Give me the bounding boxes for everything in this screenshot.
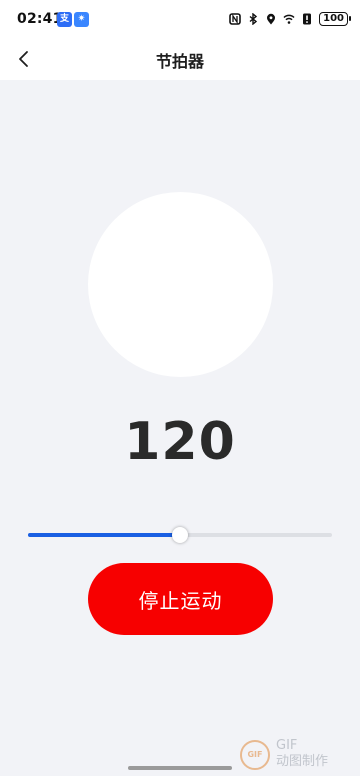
status-bar: 02:41 支 ✷ 100 [0,0,360,38]
gif-logo-icon: GIF [240,740,270,770]
status-time: 02:41 [17,11,63,27]
battery-indicator: 100 [319,12,351,26]
alipay-notification-icon: 支 [57,12,72,27]
home-indicator[interactable] [128,766,232,770]
watermark-line-1: GIF [276,738,298,753]
slider-fill [28,533,180,537]
watermark-text: GIF 动图制作 [276,738,358,770]
location-icon [267,13,276,25]
watermark: GIF GIF 动图制作 [240,738,358,772]
slider-thumb[interactable] [172,527,188,543]
header: 节拍器 [0,38,360,80]
tempo-slider[interactable] [28,525,332,545]
stop-exercise-button[interactable]: 停止运动 [88,563,273,635]
bpm-value: 120 [124,412,236,472]
status-icons: 100 [229,11,351,27]
bluetooth-icon [249,13,258,25]
metronome-screen: 02:41 支 ✷ 100 节拍器 120 停止运动 GIF GIF 动图制作 [0,0,360,776]
beat-indicator-circle [88,192,273,377]
app-notification-icon: ✷ [74,12,89,27]
nfc-icon [229,13,241,25]
alert-icon [303,13,312,25]
watermark-line-2: 动图制作 [276,754,329,769]
wifi-icon [283,14,295,24]
page-title: 节拍器 [155,52,204,71]
